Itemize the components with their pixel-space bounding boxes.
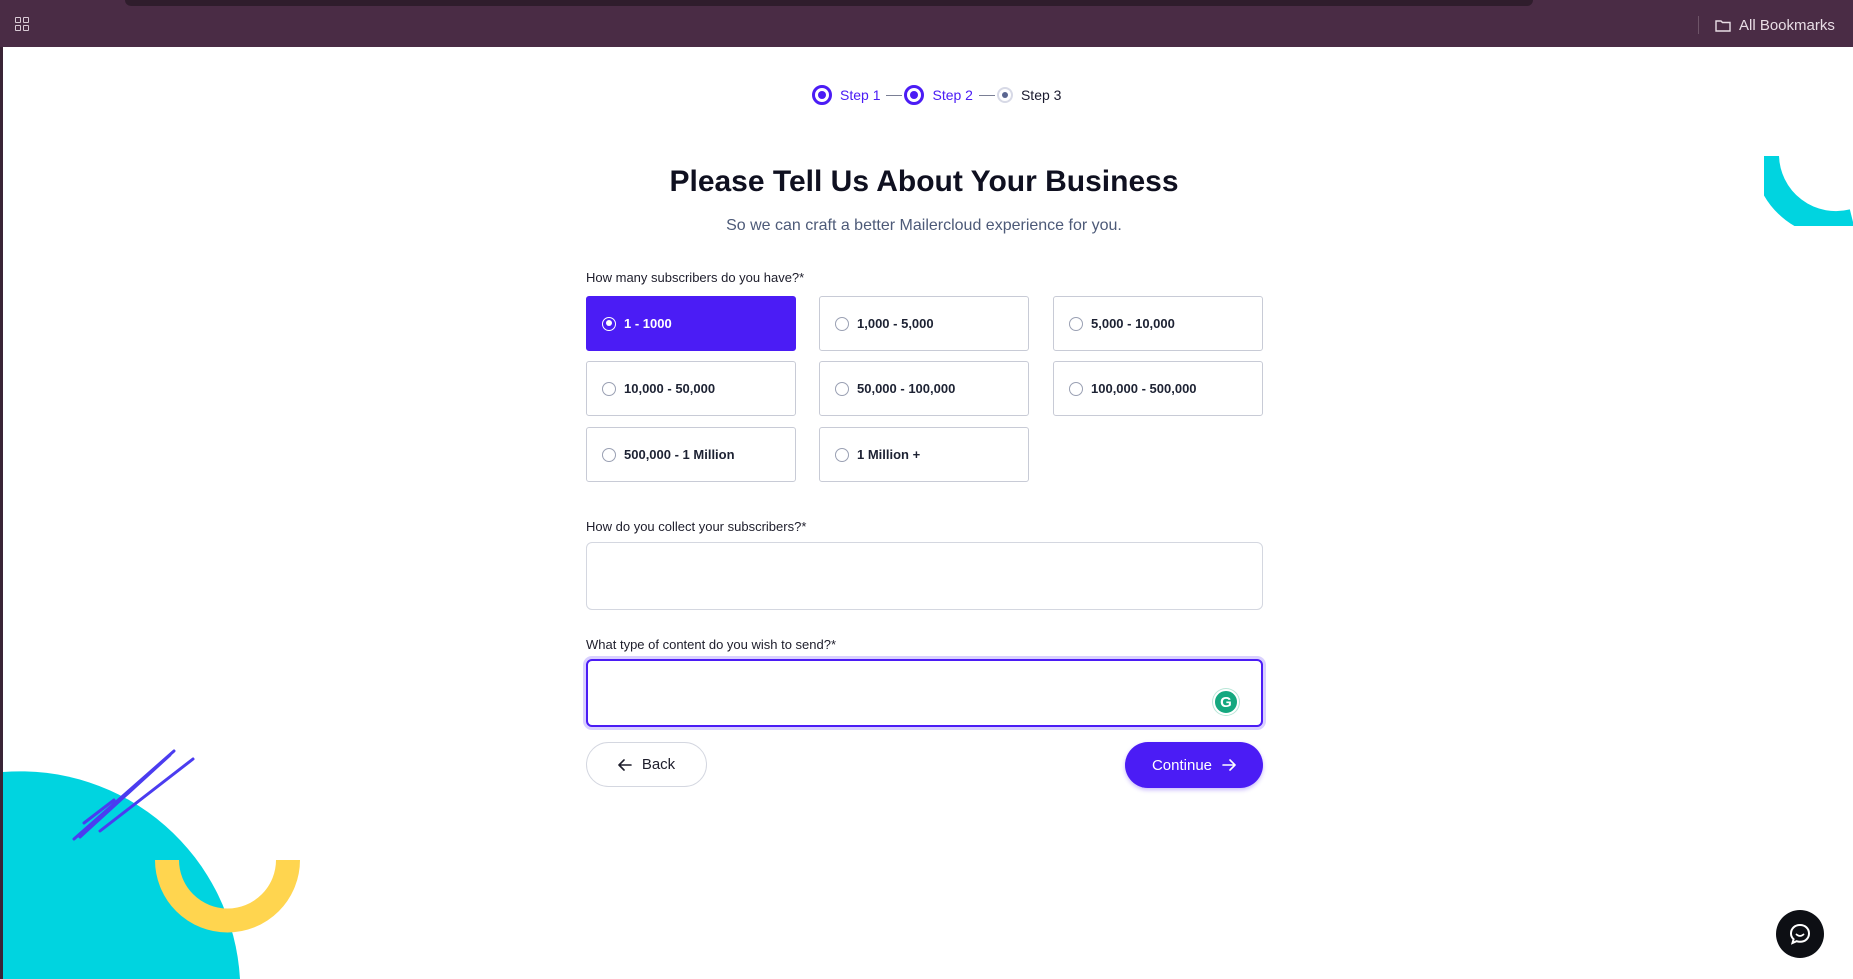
step-connector (886, 94, 903, 96)
content-type-input[interactable]: G (586, 659, 1263, 727)
all-bookmarks-button[interactable]: All Bookmarks (1715, 15, 1835, 35)
all-bookmarks-label: All Bookmarks (1739, 16, 1835, 34)
option-label: 1,000 - 5,000 (857, 316, 934, 331)
bookmarks-separator (1698, 16, 1699, 34)
address-bar-edge (125, 0, 1533, 6)
step-1-label: Step 1 (840, 87, 881, 103)
progress-stepper: Step 1 Step 2 Step 3 (812, 84, 1061, 106)
option-label: 5,000 - 10,000 (1091, 316, 1175, 331)
option-label: 500,000 - 1 Million (624, 447, 735, 462)
radio-selected-icon (602, 316, 616, 331)
arrow-left-icon (618, 758, 632, 771)
step-2: Step 2 (904, 85, 973, 105)
subscriber-option-50000-100000[interactable]: 50,000 - 100,000 (819, 361, 1029, 416)
back-button-label: Back (641, 756, 676, 773)
continue-button[interactable]: Continue (1125, 742, 1263, 788)
radio-icon (835, 381, 849, 396)
option-label: 50,000 - 100,000 (857, 381, 956, 396)
option-label: 1 - 1000 (624, 316, 672, 331)
subscriber-option-500000-1m[interactable]: 500,000 - 1 Million (586, 427, 796, 482)
radio-icon (835, 447, 849, 462)
arrow-right-icon (1222, 759, 1236, 771)
subscribers-question-label: How many subscribers do you have?* (586, 270, 805, 285)
collect-subscribers-input[interactable] (586, 542, 1263, 610)
radio-icon (602, 381, 616, 396)
step-2-label: Step 2 (932, 87, 973, 103)
subscriber-option-10000-50000[interactable]: 10,000 - 50,000 (586, 361, 796, 416)
apps-grid-icon[interactable] (15, 17, 30, 32)
subscriber-option-1-1000[interactable]: 1 - 1000 (586, 296, 796, 351)
subscriber-option-1000-5000[interactable]: 1,000 - 5,000 (819, 296, 1029, 351)
radio-icon (835, 316, 849, 331)
step-3-label: Step 3 (1020, 87, 1062, 103)
radio-icon (602, 447, 616, 462)
subscriber-option-1m-plus[interactable]: 1 Million + (819, 427, 1029, 482)
option-label: 1 Million + (857, 447, 921, 462)
grammarly-icon[interactable]: G (1213, 689, 1239, 715)
radio-icon (1069, 381, 1083, 396)
yellow-arc-decoration (155, 859, 300, 933)
page-title: Please Tell Us About Your Business (669, 165, 1179, 198)
option-label: 100,000 - 500,000 (1091, 381, 1197, 396)
subscriber-option-100000-500000[interactable]: 100,000 - 500,000 (1053, 361, 1263, 416)
scribble-decoration (72, 749, 195, 841)
back-button[interactable]: Back (586, 742, 707, 787)
step-1-indicator-icon (812, 85, 832, 105)
page-subtitle: So we can craft a better Mailercloud exp… (726, 217, 1122, 234)
step-3-indicator-icon (996, 87, 1013, 103)
collect-question-label: How do you collect your subscribers?* (586, 519, 807, 534)
chat-widget-button[interactable] (1776, 910, 1824, 958)
chat-bubble-icon (1789, 923, 1811, 945)
continue-button-label: Continue (1151, 756, 1213, 774)
subscriber-option-5000-10000[interactable]: 5,000 - 10,000 (1053, 296, 1263, 351)
browser-bookmarks-bar: All Bookmarks (0, 0, 1853, 47)
step-3: Step 3 (996, 87, 1062, 103)
step-connector (978, 94, 995, 96)
content-type-question-label: What type of content do you wish to send… (586, 637, 837, 652)
step-1: Step 1 (812, 85, 880, 105)
radio-icon (1069, 316, 1083, 331)
option-label: 10,000 - 50,000 (624, 381, 716, 396)
step-2-indicator-icon (904, 85, 925, 105)
folder-icon (1715, 19, 1731, 32)
